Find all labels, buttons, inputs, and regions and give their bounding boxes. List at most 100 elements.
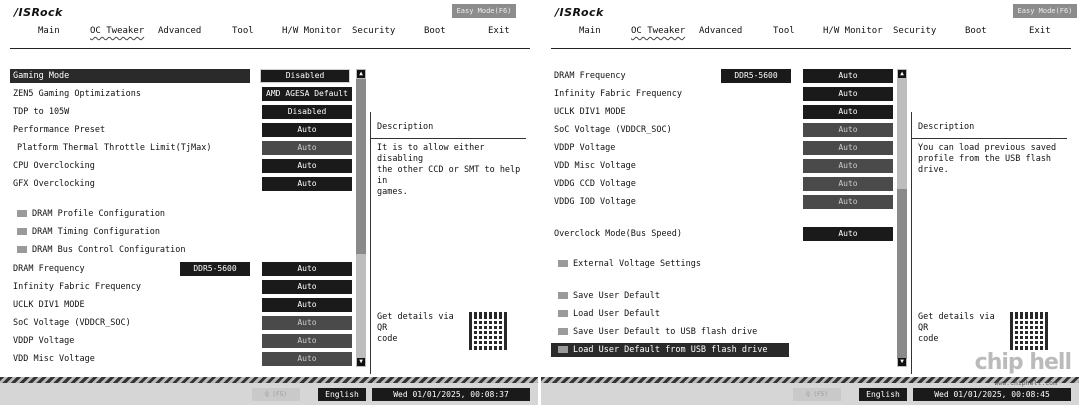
setting-row-vddg-iod[interactable]: VDDG IOD Voltage Auto	[551, 195, 893, 209]
submenu-dram-timing[interactable]: DRAM Timing Configuration	[10, 225, 352, 239]
setting-row-uclk[interactable]: UCLK DIV1 MODE Auto	[10, 298, 352, 312]
scrollbar[interactable]: ▲ ▼	[356, 69, 366, 367]
setting-row-vddp[interactable]: VDDP Voltage Auto	[10, 334, 352, 348]
setting-row-zen5-gaming[interactable]: ZEN5 Gaming Optimizations AMD AGESA Defa…	[10, 87, 352, 101]
tab-advanced[interactable]: Advanced	[699, 26, 742, 36]
submenu-label: External Voltage Settings	[573, 259, 701, 269]
search-button[interactable]: Q (F5)	[252, 388, 300, 401]
setting-value[interactable]: Auto	[262, 352, 352, 366]
scroll-down-icon[interactable]: ▼	[898, 358, 906, 366]
datetime-display: Wed 01/01/2025, 00:08:37	[372, 388, 530, 401]
scroll-up-icon[interactable]: ▲	[357, 70, 365, 78]
top-nav: Main OC Tweaker Advanced Tool H/W Monito…	[0, 26, 538, 42]
tab-security[interactable]: Security	[893, 26, 936, 36]
setting-value[interactable]: Auto	[262, 280, 352, 294]
setting-value[interactable]: Auto	[262, 141, 352, 155]
setting-row-soc-voltage[interactable]: SoC Voltage (VDDCR_SOC) Auto	[10, 316, 352, 330]
bios-screen-left: /ISRock Easy Mode(F6) Main OC Tweaker Ad…	[0, 0, 538, 405]
setting-value[interactable]: Auto	[803, 123, 893, 137]
setting-value[interactable]: Auto	[803, 159, 893, 173]
setting-row-dram-frequency[interactable]: DRAM Frequency DDR5-5600 Auto	[551, 69, 893, 83]
tab-main[interactable]: Main	[579, 26, 601, 36]
tab-hw-monitor[interactable]: H/W Monitor	[282, 26, 342, 36]
setting-value[interactable]: Auto	[803, 177, 893, 191]
setting-row-performance-preset[interactable]: Performance Preset Auto	[10, 123, 352, 137]
setting-value[interactable]: Auto	[803, 69, 893, 83]
setting-row-infinity-fabric[interactable]: Infinity Fabric Frequency Auto	[551, 87, 893, 101]
setting-label: VDD Misc Voltage	[13, 354, 95, 364]
description-line: games.	[377, 187, 408, 197]
setting-value[interactable]: Auto	[262, 298, 352, 312]
tab-boot[interactable]: Boot	[965, 26, 987, 36]
description-divider	[912, 138, 1067, 139]
tab-oc-tweaker[interactable]: OC Tweaker	[90, 26, 144, 36]
action-load-user-default[interactable]: Load User Default	[551, 307, 893, 321]
qr-label: Get details via QR code	[377, 312, 467, 345]
easy-mode-button[interactable]: Easy Mode(F6)	[1013, 4, 1077, 18]
scrollbar[interactable]: ▲ ▼	[897, 69, 907, 367]
setting-row-uclk[interactable]: UCLK DIV1 MODE Auto	[551, 105, 893, 119]
search-button[interactable]: Q (F5)	[793, 388, 841, 401]
scroll-up-icon[interactable]: ▲	[898, 70, 906, 78]
setting-row-vdd-misc[interactable]: VDD Misc Voltage Auto	[10, 352, 352, 366]
language-button[interactable]: English	[318, 388, 366, 401]
setting-label: SoC Voltage (VDDCR_SOC)	[554, 125, 672, 135]
description-panel: Description It is to allow either disabl…	[370, 112, 530, 374]
scrollbar-thumb[interactable]	[356, 79, 366, 254]
setting-value[interactable]: AMD AGESA Default	[262, 87, 352, 101]
setting-row-dram-frequency[interactable]: DRAM Frequency DDR5-5600 Auto	[10, 262, 352, 276]
tab-exit[interactable]: Exit	[488, 26, 510, 36]
setting-row-gaming-mode[interactable]: Gaming Mode	[10, 69, 250, 83]
setting-row-infinity-fabric[interactable]: Infinity Fabric Frequency Auto	[10, 280, 352, 294]
language-button[interactable]: English	[859, 388, 907, 401]
tab-tool[interactable]: Tool	[232, 26, 254, 36]
easy-mode-button[interactable]: Easy Mode(F6)	[452, 4, 516, 18]
setting-value[interactable]: Auto	[803, 87, 893, 101]
setting-value[interactable]: Auto	[803, 227, 893, 241]
tab-tool[interactable]: Tool	[773, 26, 795, 36]
tab-boot[interactable]: Boot	[424, 26, 446, 36]
tab-hw-monitor[interactable]: H/W Monitor	[823, 26, 883, 36]
qr-label-line: Get details via QR	[377, 312, 454, 333]
setting-value[interactable]: Disabled	[262, 105, 352, 119]
setting-value[interactable]: Auto	[262, 334, 352, 348]
scroll-down-icon[interactable]: ▼	[357, 358, 365, 366]
setting-row-vddp[interactable]: VDDP Voltage Auto	[551, 141, 893, 155]
setting-value[interactable]: Auto	[803, 195, 893, 209]
action-save-user-default[interactable]: Save User Default	[551, 289, 893, 303]
tab-oc-tweaker[interactable]: OC Tweaker	[631, 26, 685, 36]
tab-security[interactable]: Security	[352, 26, 395, 36]
setting-value[interactable]: Auto	[262, 177, 352, 191]
submenu-dram-profile[interactable]: DRAM Profile Configuration	[10, 207, 352, 221]
action-load-from-usb[interactable]: Load User Default from USB flash drive	[551, 343, 789, 357]
chiphell-watermark: chip hell	[974, 350, 1072, 375]
folder-icon	[17, 228, 27, 235]
setting-value[interactable]: Auto	[262, 123, 352, 137]
submenu-label: DRAM Profile Configuration	[32, 209, 166, 219]
description-panel: Description You can load previous saved …	[911, 112, 1071, 374]
setting-row-tdp[interactable]: TDP to 105W Disabled	[10, 105, 352, 119]
setting-label: Gaming Mode	[13, 71, 70, 81]
setting-row-vddg-ccd[interactable]: VDDG CCD Voltage Auto	[551, 177, 893, 191]
setting-row-vdd-misc[interactable]: VDD Misc Voltage Auto	[551, 159, 893, 173]
submenu-external-voltage[interactable]: External Voltage Settings	[551, 257, 893, 271]
setting-label: VDDP Voltage	[554, 143, 616, 153]
setting-value[interactable]: Auto	[262, 159, 352, 173]
tab-main[interactable]: Main	[38, 26, 60, 36]
setting-value[interactable]: Disabled	[260, 69, 350, 83]
submenu-dram-bus[interactable]: DRAM Bus Control Configuration	[10, 243, 352, 257]
setting-value[interactable]: Auto	[803, 141, 893, 155]
setting-row-soc-voltage[interactable]: SoC Voltage (VDDCR_SOC) Auto	[551, 123, 893, 137]
setting-row-overclock-mode[interactable]: Overclock Mode(Bus Speed) Auto	[551, 227, 893, 241]
setting-row-thermal-limit[interactable]: Platform Thermal Throttle Limit(TjMax) A…	[10, 141, 352, 155]
setting-value[interactable]: Auto	[262, 316, 352, 330]
tab-advanced[interactable]: Advanced	[158, 26, 201, 36]
action-save-to-usb[interactable]: Save User Default to USB flash drive	[551, 325, 893, 339]
scrollbar-thumb[interactable]	[897, 189, 907, 359]
setting-row-gfx-oc[interactable]: GFX Overclocking Auto	[10, 177, 352, 191]
qr-code-icon	[469, 312, 507, 350]
setting-value[interactable]: Auto	[803, 105, 893, 119]
tab-exit[interactable]: Exit	[1029, 26, 1051, 36]
setting-row-cpu-oc[interactable]: CPU Overclocking Auto	[10, 159, 352, 173]
setting-value[interactable]: Auto	[262, 262, 352, 276]
